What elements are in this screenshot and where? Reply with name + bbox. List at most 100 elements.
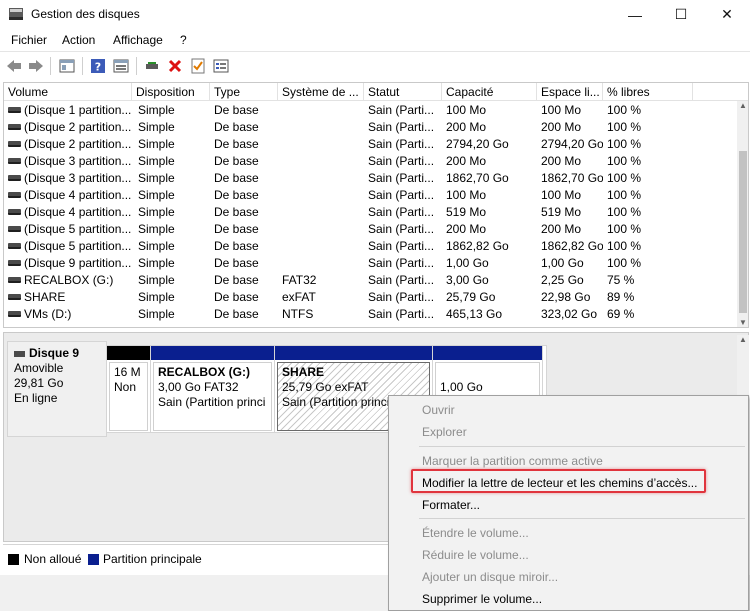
cell-disposition: Simple — [138, 222, 175, 236]
column-header-capacity[interactable]: Capacité — [442, 83, 537, 101]
cell-percent-free: 100 % — [607, 239, 642, 253]
column-header-disposition[interactable]: Disposition — [132, 83, 210, 101]
volume-list-scrollbar[interactable]: ▲ ▼ — [737, 101, 748, 327]
context-menu: Ouvrir Explorer Marquer la partition com… — [388, 395, 749, 611]
volume-row[interactable]: (Disque 2 partition... Simple De base Sain … — [4, 136, 734, 153]
cell-type: De base — [214, 188, 259, 202]
window-title: Gestion des disques — [31, 7, 140, 21]
cell-free-space: 200 Mo — [541, 154, 582, 168]
cell-percent-free: 100 % — [607, 103, 642, 117]
connect-button[interactable] — [143, 57, 161, 75]
volume-row[interactable]: RECALBOX (G:) Simple De base FAT32 Sain (Par… — [4, 272, 734, 289]
menu-item-shrink[interactable]: Réduire le volume... — [422, 548, 529, 562]
cell-volume: RECALBOX (G:) — [24, 273, 114, 287]
cell-type: De base — [214, 239, 259, 253]
scrollbar-thumb[interactable] — [739, 151, 747, 313]
menu-bar: Fichier Action Affichage ? — [0, 29, 750, 51]
column-header-percent-free[interactable]: % libres — [603, 83, 693, 101]
partition-name: SHARE — [282, 365, 325, 379]
column-header-free-space[interactable]: Espace li... — [537, 83, 603, 101]
drive-icon — [8, 107, 21, 113]
menu-item-extend[interactable]: Étendre le volume... — [422, 526, 529, 540]
check-button[interactable] — [189, 57, 207, 75]
scroll-up-arrow-icon[interactable]: ▲ — [737, 335, 749, 344]
partition-name: RECALBOX (G:) — [158, 365, 250, 379]
maximize-button[interactable]: ☐ — [658, 0, 704, 29]
cell-percent-free: 100 % — [607, 120, 642, 134]
partition-bar — [151, 346, 274, 360]
cell-capacity: 100 Mo — [446, 103, 487, 117]
help-button[interactable]: ? — [89, 57, 107, 75]
cell-disposition: Simple — [138, 103, 175, 117]
column-header-volume[interactable]: Volume — [4, 83, 132, 101]
cell-status: Sain (Parti... — [368, 137, 435, 151]
toolbar-separator — [82, 57, 83, 75]
delete-button[interactable] — [166, 57, 184, 75]
menu-fichier[interactable]: Fichier — [11, 33, 47, 47]
cell-type: De base — [214, 222, 259, 236]
cell-volume: (Disque 2 partition... — [24, 137, 132, 151]
minimize-button[interactable]: — — [612, 0, 658, 29]
console-tree-button[interactable] — [58, 57, 76, 75]
partition-unallocated[interactable]: 16 M Non — [107, 346, 151, 433]
cell-capacity: 200 Mo — [446, 222, 487, 236]
cell-free-space: 1862,70 Go — [541, 171, 603, 185]
cell-free-space: 1862,82 Go — [541, 239, 603, 253]
volume-row[interactable]: (Disque 5 partition... Simple De base Sain … — [4, 238, 734, 255]
cell-status: Sain (Parti... — [368, 103, 435, 117]
forward-button[interactable] — [27, 57, 45, 75]
cell-capacity: 465,13 Go — [446, 307, 503, 321]
volume-row[interactable]: (Disque 4 partition... Simple De base Sain … — [4, 204, 734, 221]
column-header-status[interactable]: Statut — [364, 83, 442, 101]
drive-icon — [8, 141, 21, 147]
menu-help[interactable]: ? — [180, 33, 187, 47]
cell-capacity: 200 Mo — [446, 154, 487, 168]
cell-status: Sain (Parti... — [368, 222, 435, 236]
disk-info-panel[interactable]: Disque 9 Amovible 29,81 Go En ligne — [7, 341, 107, 437]
menu-item-format[interactable]: Formater... — [422, 498, 480, 512]
volume-row[interactable]: (Disque 9 partition... Simple De base Sain … — [4, 255, 734, 272]
volume-row[interactable]: (Disque 3 partition... Simple De base Sain … — [4, 170, 734, 187]
cell-free-space: 100 Mo — [541, 188, 582, 202]
cell-capacity: 100 Mo — [446, 188, 487, 202]
volume-row[interactable]: SHARE Simple De base exFAT Sain (Parti... 25,… — [4, 289, 734, 306]
partition-bar — [107, 346, 150, 360]
properties-button[interactable] — [112, 57, 130, 75]
volume-row[interactable]: (Disque 5 partition... Simple De base Sain … — [4, 221, 734, 238]
cell-type: De base — [214, 290, 259, 304]
cell-status: Sain (Parti... — [368, 290, 435, 304]
menu-action[interactable]: Action — [62, 33, 95, 47]
cell-disposition: Simple — [138, 137, 175, 151]
menu-affichage[interactable]: Affichage — [113, 33, 163, 47]
volume-row[interactable]: (Disque 2 partition... Simple De base Sain … — [4, 119, 734, 136]
menu-item-open[interactable]: Ouvrir — [422, 403, 455, 417]
cell-percent-free: 100 % — [607, 137, 642, 151]
menu-item-explore[interactable]: Explorer — [422, 425, 467, 439]
cell-free-space: 1,00 Go — [541, 256, 584, 270]
forward-arrow-icon — [29, 60, 43, 72]
svg-text:?: ? — [95, 61, 101, 74]
drive-icon — [8, 311, 21, 317]
settings-button[interactable] — [212, 57, 230, 75]
cell-volume: (Disque 4 partition... — [24, 205, 132, 219]
menu-item-mark-active[interactable]: Marquer la partition comme active — [422, 454, 603, 468]
disk-status: En ligne — [14, 391, 58, 405]
volume-row[interactable]: (Disque 3 partition... Simple De base Sain … — [4, 153, 734, 170]
close-button[interactable]: ✕ — [704, 0, 750, 29]
scroll-up-arrow-icon[interactable]: ▲ — [737, 101, 748, 110]
title-bar: Gestion des disques — ☐ ✕ — [0, 0, 750, 29]
back-button[interactable] — [5, 57, 23, 75]
column-header-type[interactable]: Type — [210, 83, 278, 101]
legend-label-primary: Partition principale — [103, 552, 202, 566]
partition-recalbox[interactable]: RECALBOX (G:) 3,00 Go FAT32 Sain (Partit… — [151, 346, 275, 433]
menu-item-add-mirror[interactable]: Ajouter un disque miroir... — [422, 570, 558, 584]
partition-size: 1,00 Go — [440, 380, 483, 394]
volume-row[interactable]: (Disque 1 partition... Simple De base Sain … — [4, 102, 734, 119]
column-header-filesystem[interactable]: Système de ... — [278, 83, 364, 101]
volume-row[interactable]: VMs (D:) Simple De base NTFS Sain (Parti... 4… — [4, 306, 734, 323]
scroll-down-arrow-icon[interactable]: ▼ — [737, 318, 748, 327]
volume-row[interactable]: (Disque 4 partition... Simple De base Sain … — [4, 187, 734, 204]
cell-volume: VMs (D:) — [24, 307, 72, 321]
menu-item-delete-volume[interactable]: Supprimer le volume... — [422, 592, 542, 606]
disk-icon — [14, 350, 25, 357]
